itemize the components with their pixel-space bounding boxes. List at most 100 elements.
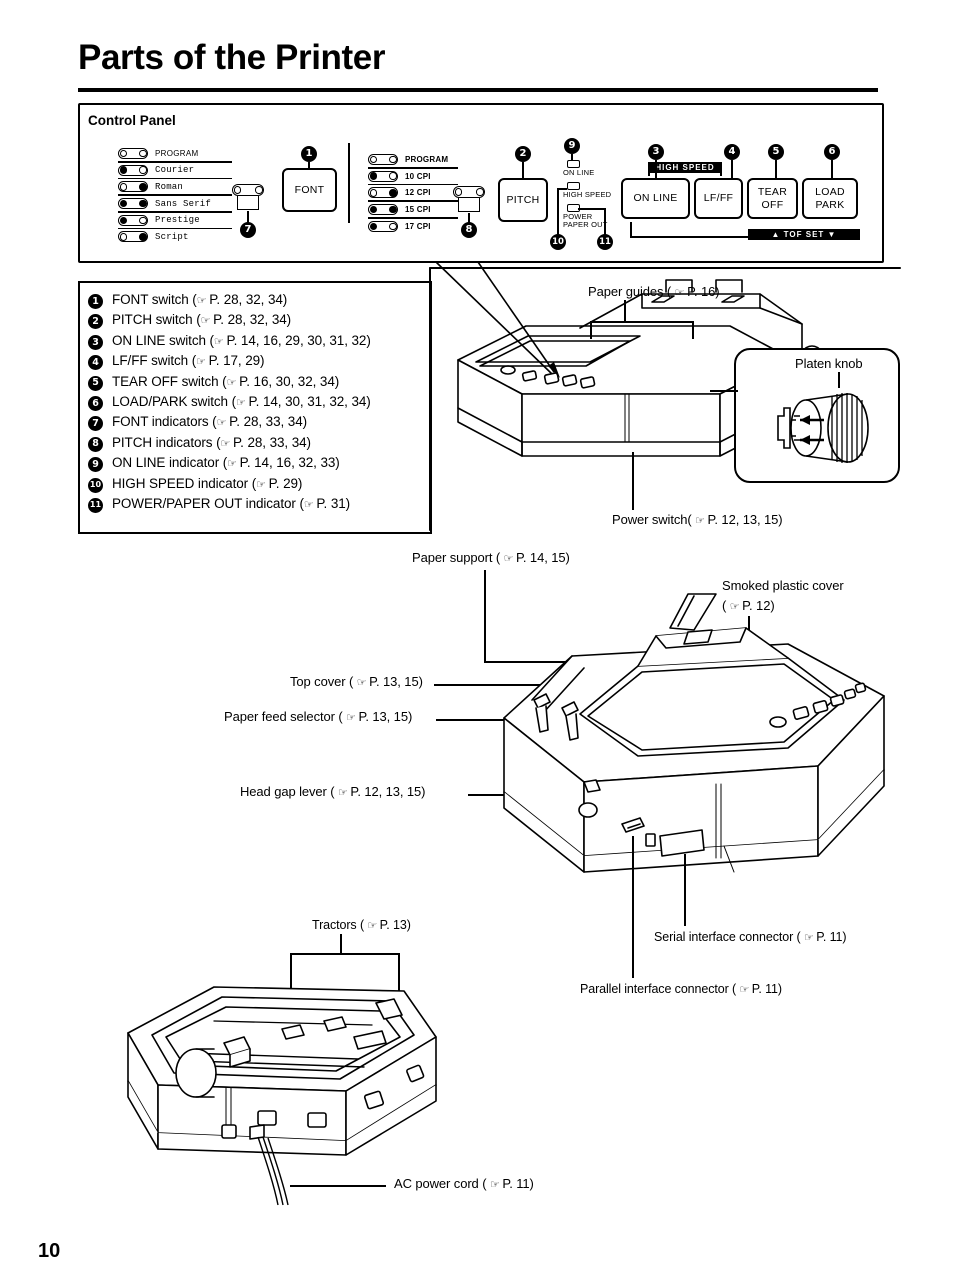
- callout-11-leader-h: [578, 208, 606, 210]
- font_indicators-led-right: [139, 216, 147, 224]
- pitch-indicators-group: PROGRAM 10 CPI 12 CPI 15 CPI 17 CPI: [368, 152, 464, 234]
- paper-support-text: Paper support (: [412, 550, 501, 565]
- font_indicators-led-left: [119, 233, 127, 241]
- legend-text: ON LINE indicator (☞ P. 14, 16, 32, 33): [112, 455, 340, 470]
- page-title: Parts of the Printer: [78, 38, 386, 77]
- pointing-hand-icon: ☞: [227, 458, 237, 471]
- legend-text: HIGH SPEED indicator (☞ P. 29): [112, 476, 302, 491]
- legend-item: 11 POWER/PAPER OUT indicator (☞ P. 31): [88, 496, 428, 516]
- font_indicators-label: Sans Serif: [155, 198, 212, 209]
- pitch_indicators-row: PROGRAM: [368, 152, 464, 167]
- head-gap-lever-text: Head gap lever (: [240, 784, 335, 799]
- callout-5-marker: 5: [768, 144, 784, 160]
- load-park-button[interactable]: LOAD PARK: [802, 178, 858, 219]
- legend-bullet-1: 1: [88, 294, 103, 309]
- legend-item-name: ON LINE switch (: [112, 332, 214, 348]
- callout-6-leader: [831, 160, 833, 180]
- high-speed-bracket-right: [720, 162, 722, 176]
- legend-bullet-6: 6: [88, 395, 103, 411]
- legend-text: POWER/PAPER OUT indicator (☞ P. 31): [112, 496, 350, 511]
- pointing-hand-icon: ☞: [367, 920, 377, 932]
- callout-5-leader: [775, 160, 777, 180]
- legend-item-refs: P. 16, 30, 32, 34): [235, 373, 340, 389]
- pitch_indicators-led-left: [369, 205, 377, 214]
- parallel-connector-leader: [632, 836, 634, 978]
- legend-item-name: HIGH SPEED indicator (: [112, 475, 257, 491]
- font_indicators-label: Roman: [155, 181, 184, 192]
- paper-feed-selector-label: Paper feed selector ( ☞ P. 13, 15): [224, 709, 412, 724]
- pitch-indicator-bracket: [453, 186, 485, 212]
- pitch_indicators-led-pair: [368, 204, 398, 216]
- tear-off-label-line2: OFF: [761, 198, 784, 211]
- legend-item-name: PITCH indicators (: [112, 434, 221, 450]
- tear-off-button[interactable]: TEAR OFF: [747, 178, 798, 219]
- pointing-hand-icon: ☞: [303, 498, 314, 511]
- high-speed-led: [567, 181, 580, 190]
- online-button[interactable]: ON LINE: [621, 178, 690, 219]
- pointing-hand-icon: ☞: [356, 677, 367, 689]
- font_indicators-led-pair: [118, 198, 148, 210]
- tractors-leader-v: [340, 934, 342, 954]
- tof-set-bar: ▲ TOF SET ▼: [748, 229, 860, 240]
- callout-11-leader-v: [604, 208, 606, 236]
- power-switch-label: Power switch( ☞ P. 12, 13, 15): [612, 512, 783, 527]
- paper-support-ref: P. 14, 15): [516, 550, 570, 565]
- paper-guides-tick-right: [692, 321, 694, 339]
- page-number: 10: [38, 1240, 61, 1262]
- pointing-hand-icon: ☞: [739, 984, 749, 996]
- paper-guides-label: Paper guides ( ☞ P. 16): [588, 284, 720, 299]
- serial-connector-text: Serial interface connector (: [654, 930, 801, 944]
- legend-item-refs: P. 29): [264, 475, 303, 491]
- font_indicators-label: PROGRAM: [155, 149, 199, 158]
- top-cover-text: Top cover (: [290, 674, 354, 689]
- font_indicators-label: Prestige: [155, 215, 200, 226]
- legend-text: LF/FF switch (☞ P. 17, 29): [112, 353, 265, 368]
- high-speed-bracket-left: [648, 162, 650, 176]
- legend-item-name: FONT switch (: [112, 292, 197, 307]
- callout-10-marker: 10: [550, 234, 566, 250]
- font_indicators-row: PROGRAM: [118, 146, 238, 161]
- head-gap-lever-ref: P. 12, 13, 15): [350, 784, 426, 799]
- ac-power-cord-leader: [290, 1185, 386, 1187]
- parallel-connector-ref: P. 11): [751, 982, 782, 996]
- serial-connector-leader: [684, 854, 686, 926]
- legend-item: 10 HIGH SPEED indicator (☞ P. 29): [88, 476, 428, 496]
- middle-printer-illustration: [503, 593, 885, 873]
- callout-9-leader: [571, 154, 573, 161]
- power-switch-text: Power switch(: [612, 512, 692, 527]
- legend-item: 6 LOAD/PARK switch (☞ P. 14, 30, 31, 32, …: [88, 394, 428, 414]
- serial-connector-ref: P. 11): [816, 930, 847, 944]
- lfff-button[interactable]: LF/FF: [694, 178, 743, 219]
- power-switch-ref: P. 12, 13, 15): [707, 512, 783, 527]
- pitch_indicators-led-pair: [368, 187, 398, 199]
- legend-bullet-11: 11: [88, 497, 103, 513]
- font_indicators-row: Roman: [118, 179, 238, 194]
- head-gap-lever-label: Head gap lever ( ☞ P. 12, 13, 15): [240, 784, 426, 799]
- platen-knob-detail-drawing: [777, 393, 869, 463]
- pointing-hand-icon: ☞: [695, 515, 705, 527]
- load-park-label-line1: LOAD: [815, 186, 845, 199]
- smoked-cover-label-line1: Smoked plastic cover: [722, 578, 844, 593]
- title-underline-rule: [78, 88, 878, 92]
- legend-item-name: POWER/PAPER OUT indicator (: [112, 495, 304, 511]
- pitch-button[interactable]: PITCH: [498, 178, 548, 222]
- legend-text: FONT indicators (☞ P. 28, 33, 34): [112, 414, 307, 429]
- pointing-hand-icon: ☞: [235, 396, 246, 409]
- pitch_indicators-label: 17 CPI: [405, 221, 431, 231]
- font_indicators-label: Script: [155, 231, 189, 242]
- font_indicators-led-left: [119, 199, 127, 208]
- online-led-label: ON LINE: [563, 168, 595, 177]
- font_indicators-led-left: [119, 183, 127, 191]
- pitch_indicators-label: PROGRAM: [405, 155, 449, 164]
- online-led: [567, 160, 580, 168]
- font-button[interactable]: FONT: [282, 168, 337, 212]
- pitch_indicators-led-right: [389, 189, 397, 197]
- callout-2-marker: 2: [515, 146, 531, 162]
- font_indicators-led-left: [119, 216, 127, 224]
- ac-power-cord-text: AC power cord (: [394, 1176, 487, 1191]
- callout-9-marker: 9: [564, 138, 580, 154]
- legend-item-refs: P. 28, 33, 34): [225, 414, 308, 430]
- legend-bullet-10: 10: [88, 477, 103, 493]
- legend-bullet-4: 4: [88, 355, 103, 371]
- pitch_indicators-row: 10 CPI: [368, 169, 464, 184]
